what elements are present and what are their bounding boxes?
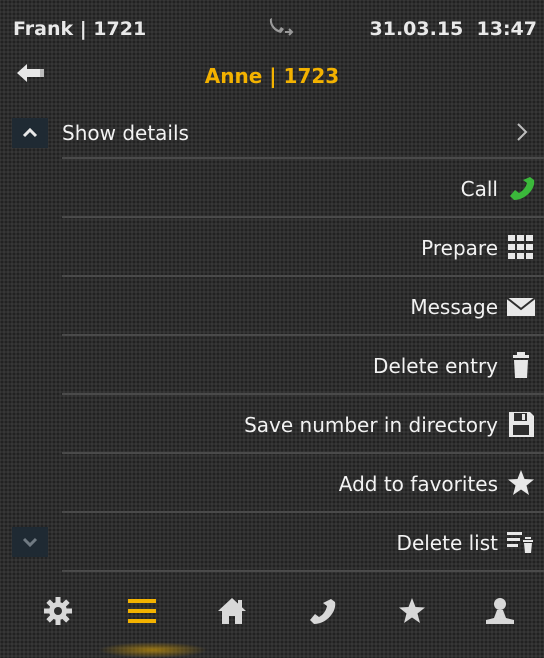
menu-item-label: Prepare [421, 236, 498, 260]
menu-item-label: Delete list [396, 531, 498, 555]
menu-item-label: Save number in directory [244, 413, 498, 437]
page-title: Anne | 1723 [204, 64, 340, 88]
delete-list-item[interactable]: Delete list [62, 513, 544, 572]
delete-entry-item[interactable]: Delete entry [62, 336, 544, 395]
envelope-icon [506, 297, 536, 316]
call-item[interactable]: Call [62, 159, 544, 218]
trash-icon [513, 352, 529, 378]
current-user: Frank | 1721 [13, 18, 147, 40]
delete-list-icon [507, 532, 533, 553]
bottom-nav [0, 588, 544, 658]
nav-contacts[interactable] [470, 596, 530, 646]
show-details-item[interactable]: Show details [62, 100, 544, 159]
home-icon [218, 598, 246, 624]
settings-icon [44, 597, 72, 625]
menu-item-label: Delete entry [373, 354, 498, 378]
status-bar: Frank | 1721 31.03.15 13:47 [0, 0, 544, 50]
save-number-item[interactable]: Save number in directory [62, 395, 544, 454]
phone-icon [310, 599, 336, 624]
nav-phone[interactable] [292, 596, 352, 646]
scroll-down-button[interactable] [12, 527, 48, 557]
menu-icon [128, 599, 156, 623]
date-time: 31.03.15 13:47 [370, 18, 537, 40]
person-icon [486, 598, 514, 624]
chevron-right-icon [517, 123, 528, 141]
chevron-down-icon [22, 537, 38, 548]
menu-item-label: Message [410, 295, 498, 319]
star-icon [399, 598, 425, 623]
star-icon [508, 470, 534, 495]
call-transfer-icon [269, 18, 294, 36]
title-bar: Anne | 1723 [0, 50, 544, 96]
prepare-item[interactable]: Prepare [62, 218, 544, 277]
message-item[interactable]: Message [62, 277, 544, 336]
date: 31.03.15 [369, 18, 464, 40]
phone-icon [510, 177, 535, 200]
menu-item-label: Add to favorites [338, 472, 498, 496]
scroll-up-button[interactable] [12, 118, 48, 148]
nav-menu[interactable] [112, 596, 172, 646]
chevron-up-icon [22, 127, 38, 138]
add-favorites-item[interactable]: Add to favorites [62, 454, 544, 513]
nav-settings[interactable] [28, 596, 88, 646]
menu-item-label: Show details [62, 121, 189, 145]
time: 13:47 [476, 18, 537, 40]
context-menu: Show details Call Prepare Message Delete… [62, 100, 544, 572]
nav-home[interactable] [202, 596, 262, 646]
keypad-icon [508, 235, 533, 259]
menu-item-label: Call [460, 177, 498, 201]
nav-favorites[interactable] [382, 596, 442, 646]
floppy-disk-icon [509, 412, 534, 437]
